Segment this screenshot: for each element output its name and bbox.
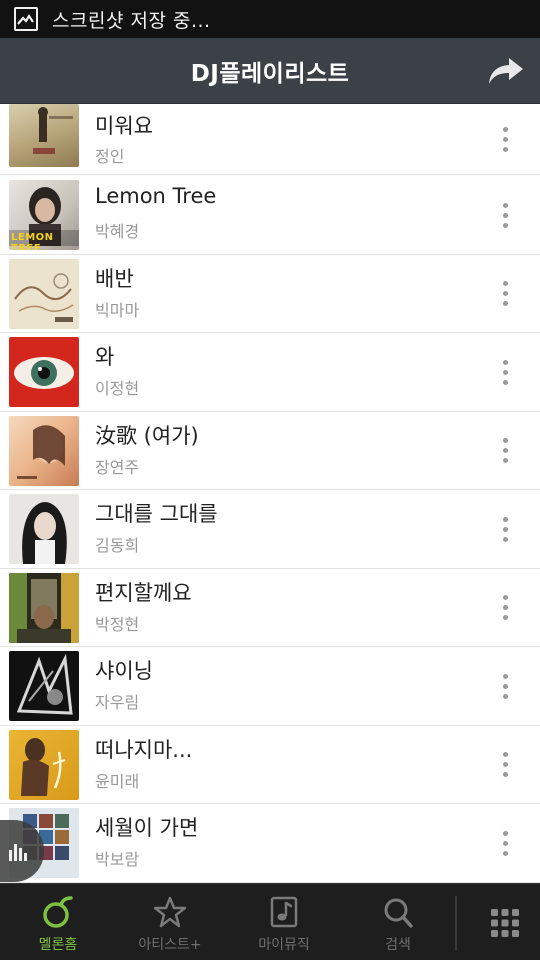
song-title: 그대를 그대를	[95, 502, 218, 526]
list-item[interactable]: 떠나지마... 윤미래	[0, 725, 540, 804]
more-options-button[interactable]	[490, 355, 520, 389]
status-bar: 스크린샷 저장 중...	[0, 0, 540, 38]
list-item[interactable]: LEMON TREE Lemon Tree 박혜경	[0, 176, 540, 255]
playlist[interactable]: 미워요 정인 LEMON TREE Lemon Tree 박혜경 배반 빅마마 …	[0, 104, 540, 883]
list-item[interactable]: 세월이 가면 박보람	[0, 804, 540, 883]
list-item[interactable]: 그대를 그대를 김동희	[0, 490, 540, 569]
grid-menu-icon	[491, 908, 519, 937]
share-icon	[489, 58, 523, 84]
tab-artist-plus[interactable]: 아티스트+	[122, 884, 218, 960]
song-artist: 박보람	[95, 850, 140, 869]
equalizer-icon	[9, 844, 27, 861]
list-item[interactable]: 샤이닝 자우림	[0, 647, 540, 726]
screenshot-icon	[14, 7, 38, 31]
song-title: 와	[95, 345, 115, 369]
tab-my-music[interactable]: 마이뮤직	[236, 884, 332, 960]
album-art	[9, 729, 79, 800]
menu-grid-button[interactable]	[470, 884, 540, 960]
album-art	[9, 337, 79, 407]
song-artist: 박정현	[95, 614, 140, 634]
album-art	[9, 572, 79, 643]
album-art	[9, 258, 79, 329]
song-artist: 자우림	[95, 693, 140, 712]
tab-label: 멜론홈	[38, 937, 78, 953]
song-title: 세월이 가면	[95, 816, 199, 840]
song-artist: 윤미래	[95, 771, 140, 791]
melon-home-icon	[43, 896, 73, 928]
album-art	[9, 415, 79, 486]
search-icon	[384, 898, 413, 928]
song-title: 편지할께요	[95, 580, 192, 605]
tab-divider	[455, 896, 457, 950]
song-title: 배반	[95, 266, 134, 291]
share-button[interactable]	[486, 52, 526, 90]
list-item[interactable]: 편지할께요 박정현	[0, 568, 540, 647]
song-artist: 장연주	[95, 457, 140, 477]
more-options-button[interactable]	[490, 826, 520, 860]
song-artist: 빅마마	[95, 300, 140, 320]
list-item[interactable]: 汝歌 (여가) 장연주	[0, 411, 540, 490]
album-art	[9, 104, 79, 167]
song-title: 미워요	[95, 114, 153, 138]
song-title: 汝歌 (여가)	[95, 423, 199, 448]
album-art	[9, 494, 79, 564]
status-text: 스크린샷 저장 중...	[52, 9, 211, 32]
more-options-button[interactable]	[490, 198, 520, 232]
star-icon	[153, 896, 187, 928]
tab-label: 마이뮤직	[258, 937, 310, 953]
song-artist: 정인	[95, 147, 125, 166]
song-title: 떠나지마...	[95, 737, 193, 762]
more-options-button[interactable]	[490, 277, 520, 311]
more-options-button[interactable]	[490, 748, 520, 782]
tab-search[interactable]: 검색	[350, 884, 446, 960]
more-options-button[interactable]	[490, 434, 520, 468]
more-options-button[interactable]	[490, 512, 520, 546]
song-artist: 박혜경	[95, 222, 140, 241]
bottom-tab-bar: 멜론홈 아티스트+ 마이뮤직 검색	[0, 883, 540, 960]
tab-melon-home[interactable]: 멜론홈	[10, 884, 106, 960]
header: DJ플레이리스트	[0, 38, 540, 104]
song-title: 샤이닝	[95, 659, 153, 683]
more-options-button[interactable]	[490, 122, 520, 156]
song-title: Lemon Tree	[95, 184, 217, 208]
list-item[interactable]: 미워요 정인	[0, 104, 540, 175]
song-artist: 이정현	[95, 379, 140, 398]
more-options-button[interactable]	[490, 591, 520, 625]
tab-label: 검색	[385, 937, 411, 953]
song-artist: 김동희	[95, 536, 140, 555]
page-title: DJ플레이리스트	[190, 60, 350, 87]
music-note-icon	[270, 896, 298, 928]
list-item[interactable]: 배반 빅마마	[0, 254, 540, 333]
tab-label: 아티스트+	[138, 937, 202, 953]
list-item[interactable]: 와 이정현	[0, 333, 540, 412]
album-art-text: LEMON TREE	[11, 232, 54, 250]
more-options-button[interactable]	[490, 669, 520, 703]
album-art	[9, 651, 79, 721]
album-art: LEMON TREE	[9, 180, 79, 250]
